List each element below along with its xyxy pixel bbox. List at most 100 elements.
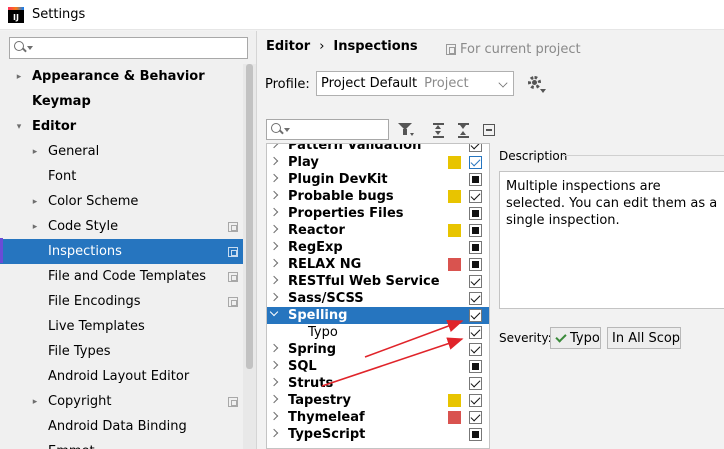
chevron-right-icon[interactable] xyxy=(269,360,279,370)
chevron-down-icon[interactable]: ▾ xyxy=(14,122,24,132)
inspection-row[interactable]: RegExp xyxy=(267,239,489,256)
settings-window: IJ Settings ▸ Appearance & Behavior Keymap… xyxy=(0,0,724,449)
inspection-checkbox[interactable] xyxy=(469,241,482,254)
chevron-right-icon[interactable]: ▸ xyxy=(30,147,40,157)
settings-search-input[interactable] xyxy=(9,37,248,59)
inspection-row[interactable]: Tapestry xyxy=(267,392,489,409)
sidebar-item[interactable]: Live Templates xyxy=(0,314,243,339)
sidebar-item[interactable]: File Types xyxy=(0,339,243,364)
inspection-checkbox[interactable] xyxy=(469,377,482,390)
inspection-row[interactable]: Sass/SCSS xyxy=(267,290,489,307)
sidebar-item[interactable]: Android Data Binding xyxy=(0,414,243,439)
chevron-right-icon[interactable] xyxy=(269,292,279,302)
inspection-checkbox[interactable] xyxy=(469,207,482,220)
severity-swatch xyxy=(448,156,461,169)
inspection-checkbox[interactable] xyxy=(469,144,482,152)
sidebar-scrollbar[interactable] xyxy=(243,64,256,449)
inspection-checkbox[interactable] xyxy=(469,428,482,441)
reset-to-empty-icon[interactable] xyxy=(480,121,498,139)
inspection-checkbox[interactable] xyxy=(469,360,482,373)
inspection-checkbox[interactable] xyxy=(469,190,482,203)
inspection-row[interactable]: Plugin DevKit xyxy=(267,171,489,188)
inspection-checkbox[interactable] xyxy=(469,156,482,169)
inspection-name: Spelling xyxy=(288,308,348,323)
chevron-right-icon[interactable] xyxy=(269,377,279,387)
expand-all-icon[interactable] xyxy=(430,121,448,139)
severity-dropdown[interactable]: Typo xyxy=(550,327,601,349)
inspection-checkbox[interactable] xyxy=(469,343,482,356)
collapse-all-icon[interactable] xyxy=(455,121,473,139)
sidebar-item-label: Inspections xyxy=(48,244,122,259)
inspection-row[interactable]: RELAX NG xyxy=(267,256,489,273)
inspection-row[interactable]: RESTful Web Service xyxy=(267,273,489,290)
sidebar-item[interactable]: ▸Emmet xyxy=(0,439,243,449)
chevron-right-icon[interactable] xyxy=(269,394,279,404)
inspection-row[interactable]: Pattern Validation xyxy=(267,144,489,154)
settings-tree: ▸ Appearance & Behavior Keymap ▾ Editor ▸ Gene… xyxy=(0,64,243,449)
chevron-right-icon[interactable]: ▸ xyxy=(14,72,24,82)
inspection-checkbox[interactable] xyxy=(469,224,482,237)
inspection-row[interactable]: Spelling xyxy=(267,307,489,324)
inspection-row[interactable]: SQL xyxy=(267,358,489,375)
chevron-right-icon[interactable] xyxy=(269,156,279,166)
search-icon[interactable] xyxy=(14,41,34,55)
sidebar-item[interactable]: Keymap xyxy=(0,89,243,114)
sidebar-item[interactable]: File and Code Templates xyxy=(0,264,243,289)
filter-icon[interactable] xyxy=(397,121,415,139)
inspection-checkbox[interactable] xyxy=(469,173,482,186)
sidebar-item[interactable]: ▸ General xyxy=(0,139,243,164)
chevron-right-icon[interactable] xyxy=(269,207,279,217)
inspection-checkbox[interactable] xyxy=(469,275,482,288)
breadcrumb-editor[interactable]: Editor xyxy=(266,39,310,54)
sidebar-item[interactable]: ▸ Appearance & Behavior xyxy=(0,64,243,89)
inspection-checkbox[interactable] xyxy=(469,309,482,322)
inspection-checkbox[interactable] xyxy=(469,326,482,339)
inspection-row[interactable]: Typo xyxy=(267,324,489,341)
gear-icon[interactable] xyxy=(527,75,546,93)
sidebar-item[interactable]: Android Layout Editor xyxy=(0,364,243,389)
sidebar-item[interactable]: ▸ Copyright xyxy=(0,389,243,414)
inspection-checkbox[interactable] xyxy=(469,258,482,271)
sidebar-item[interactable]: File Encodings xyxy=(0,289,243,314)
profile-dropdown[interactable]: Project Default Project xyxy=(316,71,514,96)
chevron-right-icon[interactable] xyxy=(269,428,279,438)
inspection-row[interactable]: Struts xyxy=(267,375,489,392)
search-icon[interactable] xyxy=(271,122,291,137)
chevron-right-icon[interactable]: ▸ xyxy=(30,397,40,407)
chevron-right-icon[interactable] xyxy=(269,411,279,421)
inspection-row[interactable]: TypeScript xyxy=(267,426,489,443)
scope-dropdown[interactable]: In All Scopes xyxy=(607,327,681,349)
chevron-right-icon[interactable] xyxy=(269,173,279,183)
inspection-row[interactable]: Play xyxy=(267,154,489,171)
chevron-right-icon[interactable] xyxy=(269,224,279,234)
chevron-right-icon[interactable] xyxy=(269,144,279,149)
sidebar-item[interactable]: Font xyxy=(0,164,243,189)
inspection-name: Thymeleaf xyxy=(288,410,365,425)
chevron-right-icon[interactable] xyxy=(269,275,279,285)
sidebar-item[interactable]: ▾ Editor xyxy=(0,114,243,139)
project-scope-icon xyxy=(228,271,238,282)
inspection-row[interactable]: Spring xyxy=(267,341,489,358)
sidebar-item[interactable]: Inspections xyxy=(0,239,243,264)
chevron-right-icon[interactable]: ▸ xyxy=(30,222,40,232)
inspection-row[interactable]: Properties Files xyxy=(267,205,489,222)
scrollbar-thumb[interactable] xyxy=(246,64,253,369)
chevron-right-icon[interactable] xyxy=(269,241,279,251)
inspection-row[interactable]: Probable bugs xyxy=(267,188,489,205)
chevron-right-icon[interactable] xyxy=(269,258,279,268)
sidebar-item[interactable]: ▸ Color Scheme xyxy=(0,189,243,214)
sidebar-item-label: Emmet xyxy=(48,444,95,449)
sidebar-item[interactable]: ▸ Code Style xyxy=(0,214,243,239)
inspection-search-input[interactable] xyxy=(266,119,389,140)
chevron-down-icon[interactable] xyxy=(269,307,279,317)
chevron-right-icon[interactable] xyxy=(269,190,279,200)
inspection-row[interactable]: Thymeleaf xyxy=(267,409,489,426)
inspection-checkbox[interactable] xyxy=(469,411,482,424)
inspection-checkbox[interactable] xyxy=(469,394,482,407)
severity-swatch xyxy=(448,190,461,203)
severity-value: Typo xyxy=(570,330,600,346)
inspection-row[interactable]: Reactor xyxy=(267,222,489,239)
chevron-right-icon[interactable] xyxy=(269,343,279,353)
inspection-checkbox[interactable] xyxy=(469,292,482,305)
chevron-right-icon[interactable]: ▸ xyxy=(30,197,40,207)
